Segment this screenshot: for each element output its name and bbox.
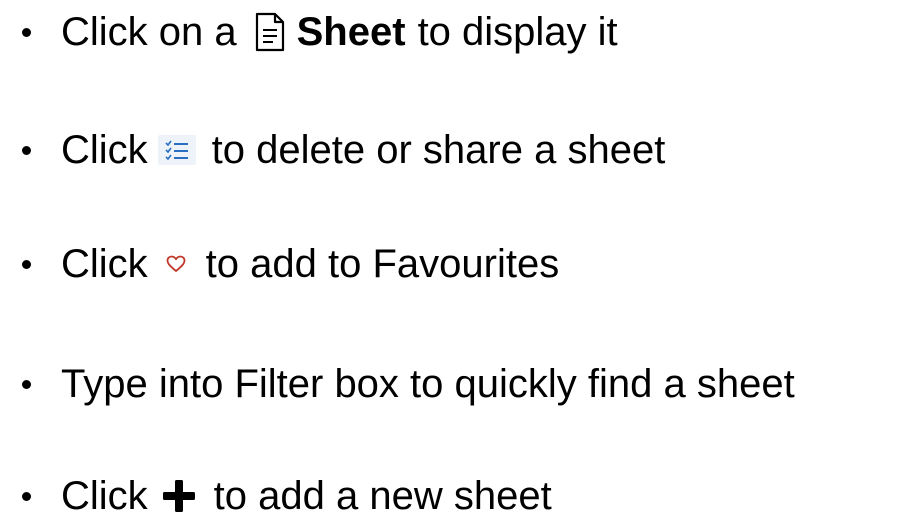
list-item-filter: Type into Filter box to quickly find a s… bbox=[22, 354, 795, 414]
item-suffix: to add to Favourites bbox=[205, 242, 560, 286]
item-suffix: to add a new sheet bbox=[213, 474, 552, 518]
instruction-list: Click on a Sheet to display it Click to … bbox=[0, 0, 897, 521]
item-suffix: to delete or share a sheet bbox=[211, 128, 666, 172]
checklist-menu-icon bbox=[157, 135, 196, 165]
sheet-document-icon bbox=[251, 10, 289, 54]
list-item-favourites: Click to add to Favourites bbox=[22, 234, 559, 294]
item-text: Type into Filter box to quickly find a s… bbox=[61, 362, 795, 406]
item-prefix: Click bbox=[61, 242, 148, 286]
item-prefix: Click on a bbox=[61, 10, 237, 54]
bullet bbox=[22, 145, 31, 155]
item-suffix: to display it bbox=[417, 10, 618, 54]
list-item-add-sheet: Click to add a new sheet bbox=[22, 466, 552, 526]
item-prefix: Click bbox=[61, 474, 148, 518]
plus-icon bbox=[162, 479, 196, 513]
item-prefix: Click bbox=[61, 128, 148, 172]
bullet bbox=[22, 27, 31, 37]
bullet bbox=[22, 379, 31, 389]
item-bold-word: Sheet bbox=[296, 10, 406, 54]
heart-icon bbox=[164, 252, 188, 276]
bullet bbox=[22, 259, 31, 269]
list-item-display-sheet: Click on a Sheet to display it bbox=[22, 2, 618, 62]
bullet bbox=[22, 491, 31, 501]
list-item-delete-share: Click to delete or share a sheet bbox=[22, 120, 665, 180]
